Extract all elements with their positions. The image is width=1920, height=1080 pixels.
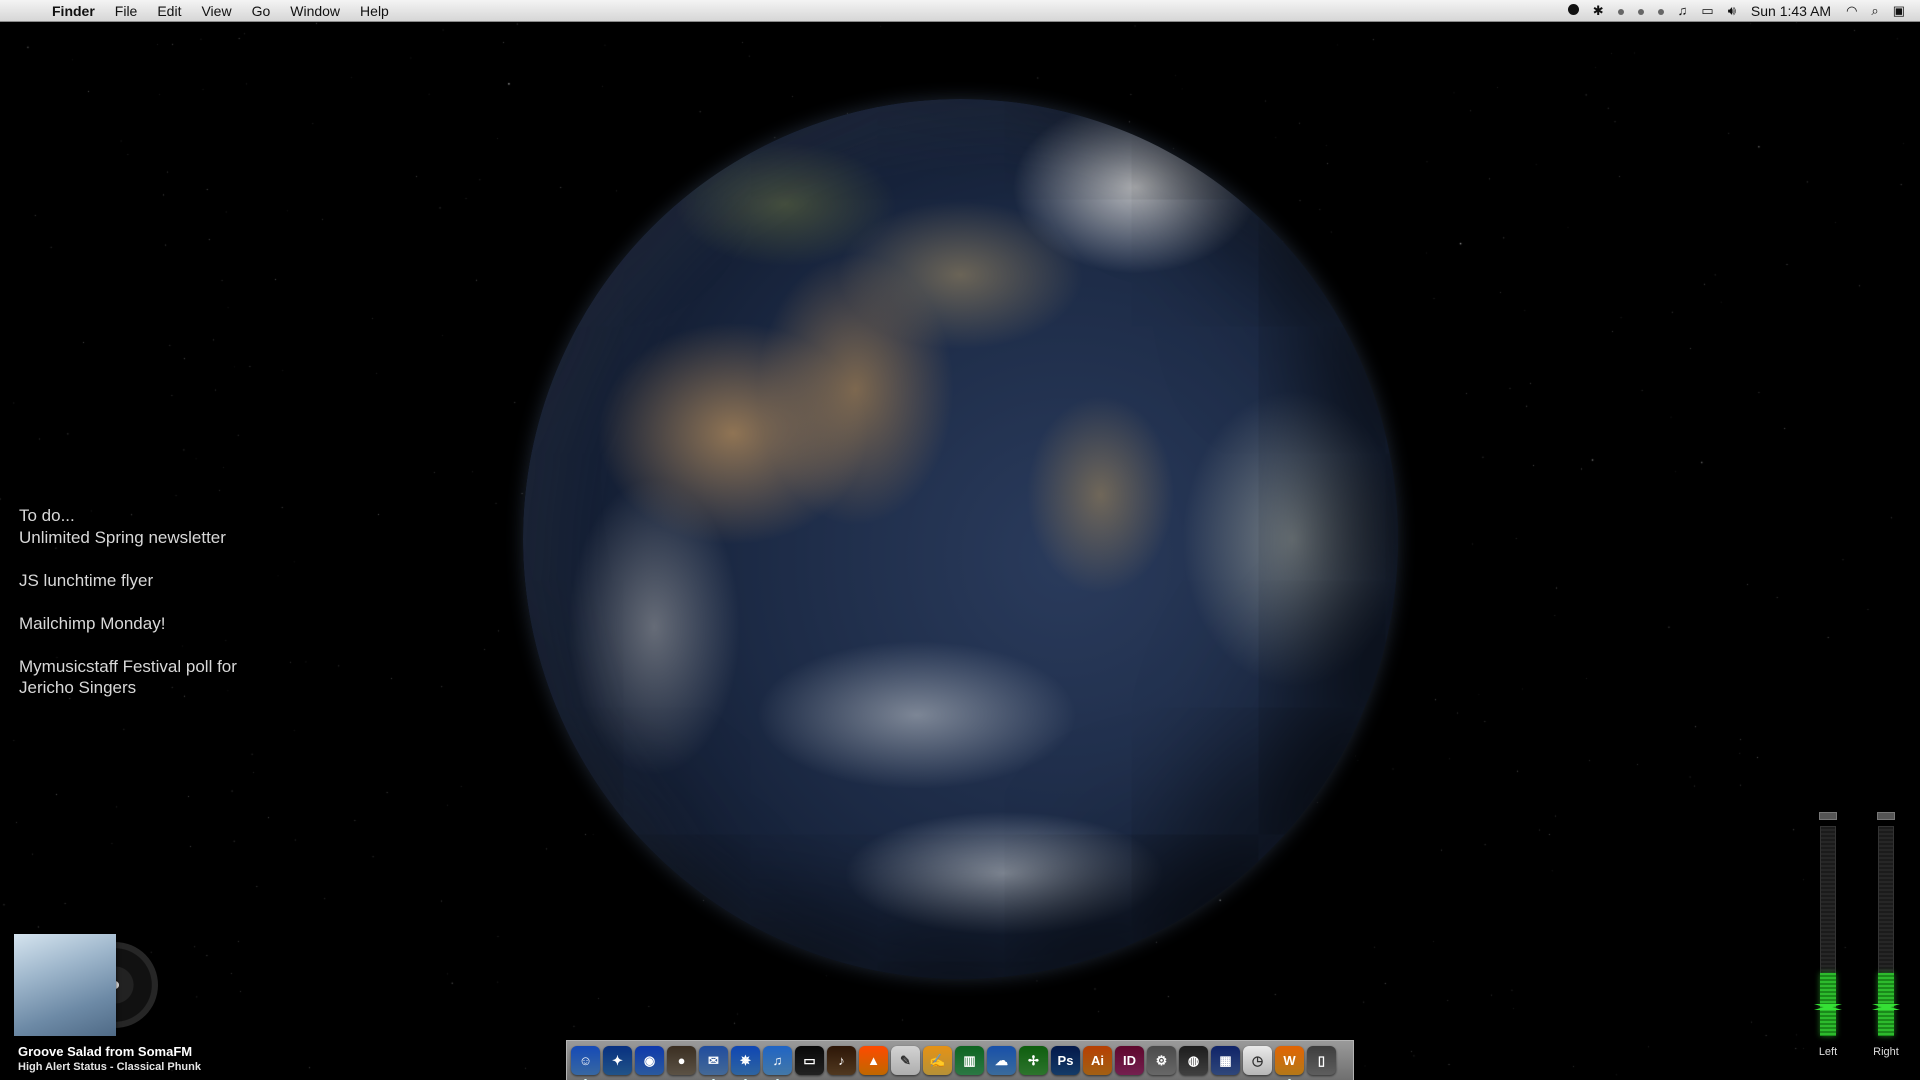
vu-meter-cap (1877, 812, 1895, 820)
vu-peak-marker-icon (1814, 1004, 1842, 1010)
todo-item: Mymusicstaff Festival poll for (19, 656, 237, 676)
menu-file[interactable]: File (105, 0, 148, 22)
status-dot-icon[interactable] (1611, 0, 1631, 22)
textedit-icon[interactable]: ✎ (891, 1046, 920, 1075)
vu-peak-marker-icon (1872, 1004, 1900, 1010)
grapher-icon[interactable]: ✢ (1019, 1046, 1048, 1075)
todo-header: To do... (19, 506, 75, 525)
todo-item: Unlimited Spring newsletter (19, 527, 226, 547)
clock-icon[interactable]: ◷ (1243, 1046, 1272, 1075)
now-playing-title: Groove Salad from SomaFM (18, 1044, 193, 1059)
menu-edit[interactable]: Edit (147, 0, 191, 22)
imovie-icon[interactable]: ▦ (1211, 1046, 1240, 1075)
now-playing-track: High Alert Status - Classical Phunk (18, 1061, 201, 1073)
trash-icon[interactable]: ▯ (1307, 1046, 1336, 1075)
vlc-icon[interactable]: ▲ (859, 1046, 888, 1075)
album-art[interactable] (14, 934, 116, 1036)
photoshop-icon[interactable]: Ps (1051, 1046, 1080, 1075)
todo-item: JS lunchtime flyer (19, 570, 154, 590)
vu-meter-cap (1819, 812, 1837, 820)
music-note-icon[interactable]: ♫ (1671, 0, 1695, 22)
google-earth-icon[interactable]: ◉ (635, 1046, 664, 1075)
garageband-icon[interactable]: ♪ (827, 1046, 856, 1075)
menu-go[interactable]: Go (242, 0, 281, 22)
pages-icon[interactable]: ✍ (923, 1046, 952, 1075)
indesign-icon[interactable]: ID (1115, 1046, 1144, 1075)
safari-icon[interactable]: ✵ (731, 1046, 760, 1080)
itunes-icon[interactable]: ♫ (763, 1046, 792, 1080)
menu-view[interactable]: View (191, 0, 241, 22)
wifi-icon[interactable]: ◠ (1839, 0, 1864, 22)
cloud-icon[interactable]: ☁ (987, 1046, 1016, 1075)
spotlight-search-icon[interactable]: ⌕ (1864, 0, 1885, 22)
illustrator-icon[interactable]: Ai (1083, 1046, 1112, 1075)
mail-icon[interactable]: ✉ (699, 1046, 728, 1080)
widget-icon[interactable]: W (1275, 1046, 1304, 1080)
disk-icon[interactable]: ● (667, 1046, 696, 1075)
todo-note: To do... Unlimited Spring newsletter JS … (19, 505, 319, 699)
user-icon[interactable]: ▣ (1886, 0, 1912, 22)
todo-item: Mailchimp Monday! (19, 613, 166, 633)
todo-item: Jericho Singers (19, 678, 137, 697)
asterisk-icon[interactable]: ✱ (1586, 0, 1611, 22)
dvd-icon[interactable]: ◍ (1179, 1046, 1208, 1075)
menu-window[interactable]: Window (280, 0, 350, 22)
menu-help[interactable]: Help (350, 0, 399, 22)
terminal-icon[interactable]: ▭ (795, 1046, 824, 1075)
vu-meter-label: Left (1818, 1046, 1838, 1058)
vu-meter-left: Left (1814, 812, 1842, 1058)
finder-icon[interactable]: ☺ (571, 1046, 600, 1080)
airplay-icon[interactable]: ▭ (1694, 0, 1720, 22)
status-dot-icon[interactable] (1631, 0, 1651, 22)
vu-meter-label: Right (1873, 1046, 1899, 1058)
numbers-icon[interactable]: ▥ (955, 1046, 984, 1075)
earth-wallpaper (523, 99, 1398, 979)
system-preferences-icon[interactable]: ⚙ (1147, 1046, 1176, 1075)
menu-clock[interactable]: Sun 1:43 AM (1743, 3, 1839, 19)
menu-bar: Finder File Edit View Go Window Help ✱ ♫… (0, 0, 1920, 22)
volume-icon[interactable]: 🔊︎ (1721, 0, 1743, 22)
record-icon[interactable] (1561, 0, 1586, 22)
transmit-icon[interactable]: ✦ (603, 1046, 632, 1075)
dock: ☺ ✦ ◉ ● ✉ ✵ ♫ ▭ ♪ ▲ ✎ ✍ ▥ ☁ ✢ Ps Ai ID ⚙ ◍ ▦ ◷ W ▯ (566, 1040, 1354, 1080)
menu-app-finder[interactable]: Finder (42, 0, 105, 22)
vu-meter-right: Right (1872, 812, 1900, 1058)
status-dot-icon[interactable] (1651, 0, 1671, 22)
